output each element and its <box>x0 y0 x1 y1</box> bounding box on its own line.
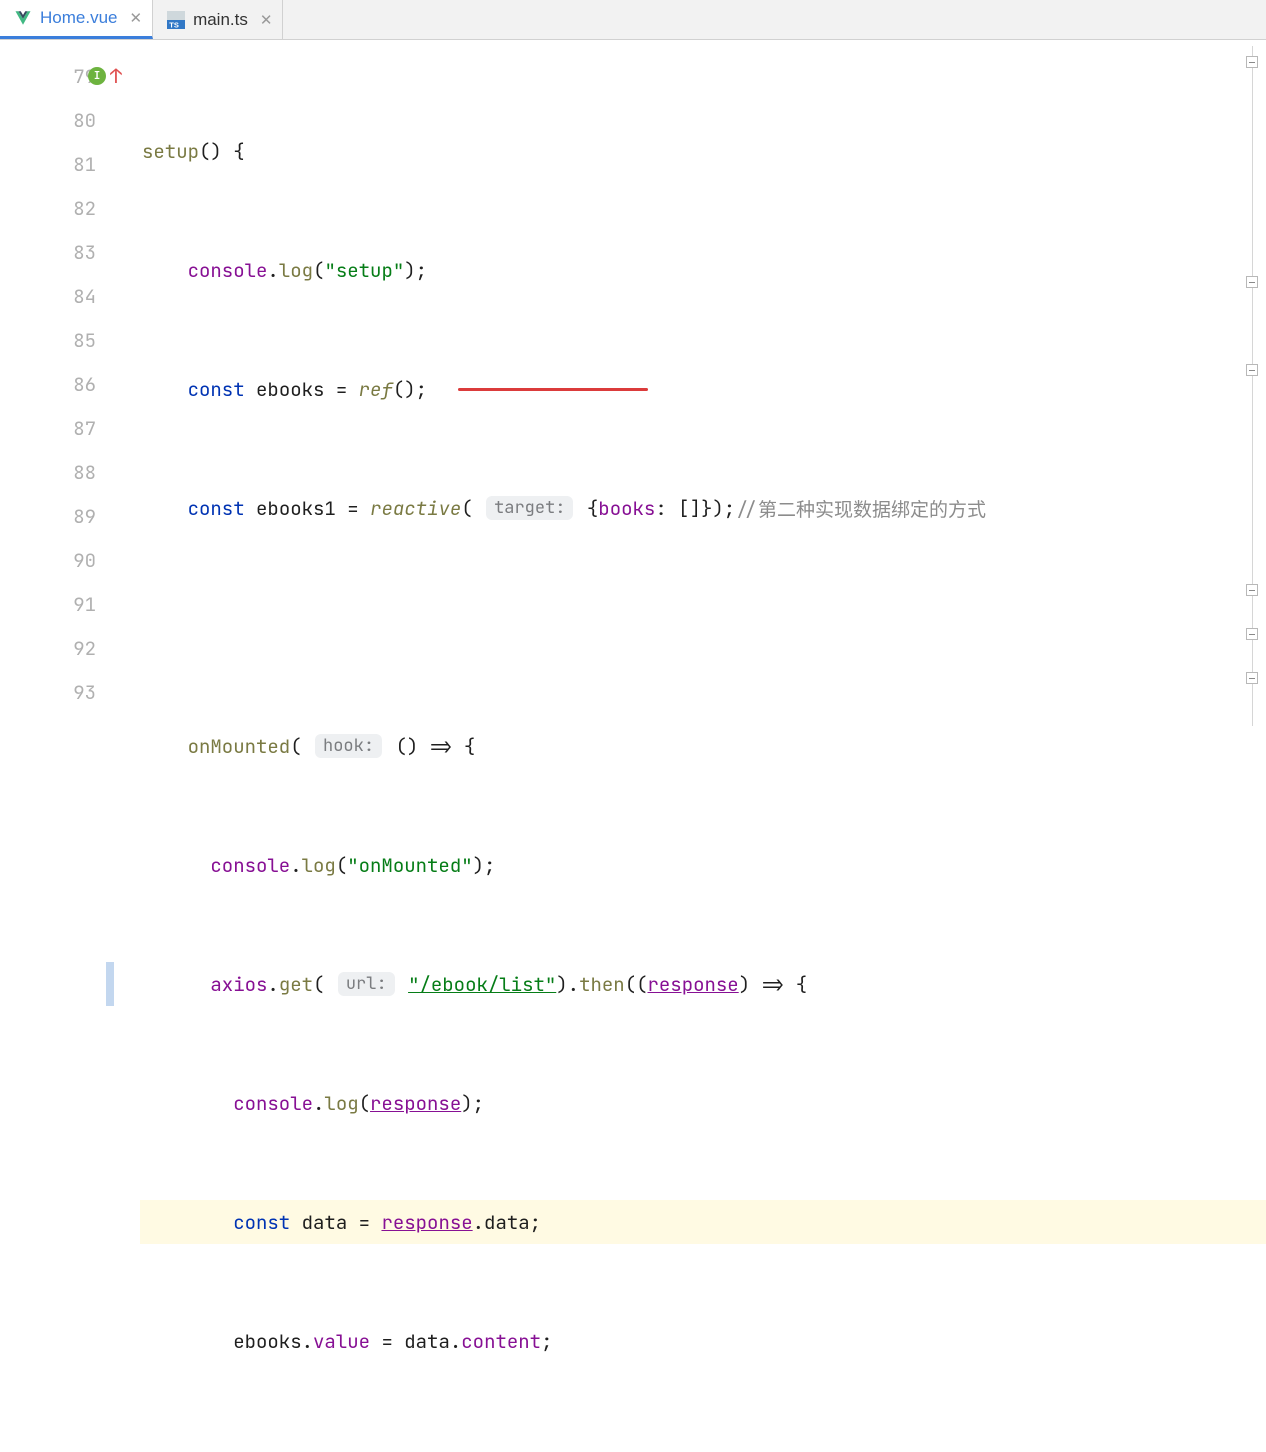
code-line[interactable]: console.log("onMounted"); <box>140 843 1266 887</box>
line-number: 83 <box>56 240 96 265</box>
line-number: 81 <box>56 152 96 177</box>
override-up-icon: ↑ <box>110 63 122 89</box>
line-number: 82 <box>56 196 96 221</box>
line-number: 93 <box>56 680 96 705</box>
inlay-hint: hook: <box>315 734 382 758</box>
code-line[interactable]: onMounted( hook: () => { <box>140 724 1266 768</box>
tab-label: Home.vue <box>40 8 117 28</box>
tabs-bar: Home.vue ✕ TS main.ts ✕ <box>0 0 1266 40</box>
vcs-change-marker <box>106 962 114 1006</box>
inspection-ok-icon: I <box>88 67 106 85</box>
code-line-current[interactable]: const data = response.data; <box>140 1200 1266 1244</box>
line-number: 89 <box>56 504 96 529</box>
vue-icon <box>14 9 32 27</box>
line-number: 90 <box>56 548 96 573</box>
tab-main-ts[interactable]: TS main.ts ✕ <box>153 0 283 39</box>
inlay-hint: target: <box>486 496 573 520</box>
code-line[interactable] <box>140 605 1266 649</box>
tab-label: main.ts <box>193 10 248 30</box>
line-number: 92 <box>56 636 96 661</box>
line-number: 88 <box>56 460 96 485</box>
annotation-underline <box>458 388 648 391</box>
line-number: 84 <box>56 284 96 309</box>
close-icon[interactable]: ✕ <box>260 11 273 29</box>
line-number: 87 <box>56 416 96 441</box>
line-number: 80 <box>56 108 96 133</box>
code-line[interactable]: setup() { <box>140 129 1266 173</box>
inlay-hint: url: <box>338 972 395 996</box>
tab-home-vue[interactable]: Home.vue ✕ <box>0 0 153 39</box>
close-icon[interactable]: ✕ <box>129 9 142 27</box>
editor: 79 I ↑ 80 81 82 83 84 85 86 87 88 89 90 … <box>0 40 1266 726</box>
svg-text:TS: TS <box>169 20 179 29</box>
code-line[interactable]: const ebooks = ref(); <box>140 367 1266 411</box>
line-number: 91 <box>56 592 96 617</box>
code-line[interactable]: ebooks1.books = data.content; <box>140 1438 1266 1452</box>
line-number: 86 <box>56 372 96 397</box>
line-number: 85 <box>56 328 96 353</box>
gutter: 79 I ↑ 80 81 82 83 84 85 86 87 88 89 90 … <box>0 40 140 726</box>
code-line[interactable]: ebooks.value = data.content; <box>140 1319 1266 1363</box>
ts-icon: TS <box>167 11 185 29</box>
code-line[interactable]: console.log("setup"); <box>140 248 1266 292</box>
status-marker[interactable]: I ↑ <box>88 63 122 89</box>
code-line[interactable]: axios.get( url: "/ebook/list").then((res… <box>140 962 1266 1006</box>
code-line[interactable]: const ebooks1 = reactive( target: {books… <box>140 486 1266 530</box>
code-line[interactable]: console.log(response); <box>140 1081 1266 1125</box>
code-area[interactable]: setup() { console.log("setup"); const eb… <box>140 40 1266 726</box>
